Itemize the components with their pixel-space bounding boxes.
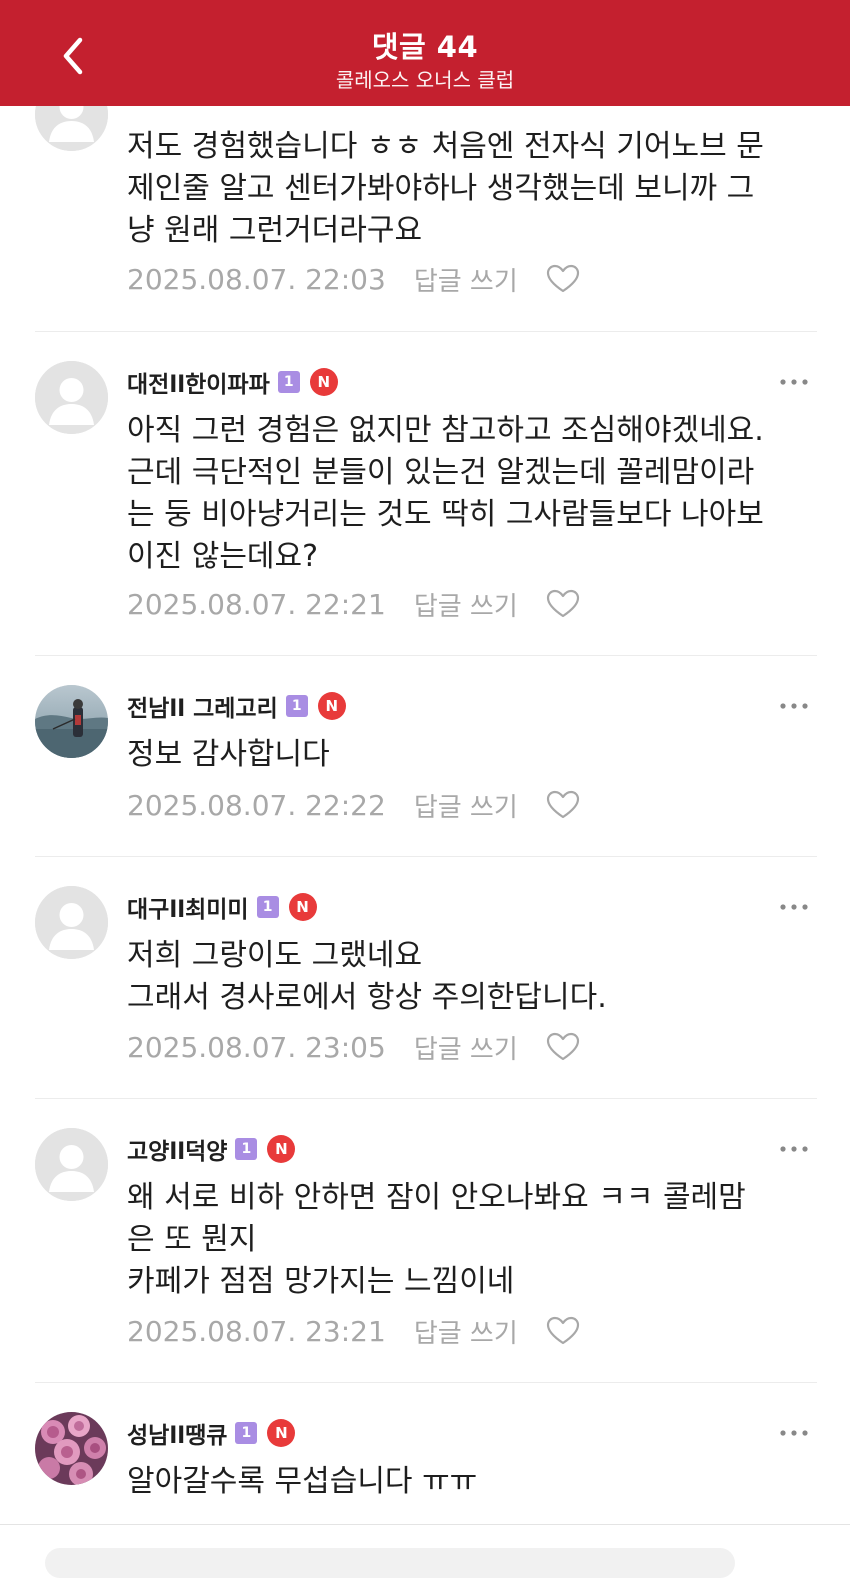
author-row: 대구ll최미미 1 N bbox=[127, 889, 317, 925]
divider bbox=[35, 856, 817, 857]
comment-input-bar[interactable] bbox=[45, 1548, 735, 1578]
level-badge: 1 bbox=[235, 1422, 258, 1444]
reply-button[interactable]: 답글 쓰기 bbox=[414, 261, 518, 298]
comment-date: 2025.08.07. 22:21 bbox=[127, 587, 386, 621]
divider bbox=[35, 1382, 817, 1383]
comment-text: 아직 그런 경험은 없지만 참고하고 조심해야겠네요. 근데 극단적인 분들이 … bbox=[127, 413, 764, 574]
reply-button[interactable]: 답글 쓰기 bbox=[414, 1313, 518, 1350]
reply-button[interactable]: 답글 쓰기 bbox=[414, 1029, 518, 1066]
new-badge: N bbox=[317, 692, 346, 720]
author-nickname[interactable]: 성남ll땡큐 bbox=[127, 1416, 227, 1450]
comment-meta: 2025.08.07. 22:22 답글 쓰기 bbox=[127, 785, 580, 825]
comment-meta: 2025.08.07. 23:05 답글 쓰기 bbox=[127, 1027, 580, 1067]
roses-photo-avatar bbox=[35, 1412, 108, 1485]
app-header: 댓글 44 콜레오스 오너스 클럽 bbox=[0, 0, 850, 106]
heart-icon[interactable] bbox=[546, 1032, 580, 1062]
reply-button[interactable]: 답글 쓰기 bbox=[414, 787, 518, 824]
level-badge: 1 bbox=[256, 896, 279, 918]
avatar[interactable] bbox=[35, 685, 108, 758]
comment-date: 2025.08.07. 23:21 bbox=[127, 1314, 386, 1348]
more-options-icon[interactable] bbox=[778, 696, 810, 716]
divider bbox=[35, 331, 817, 332]
default-avatar-icon bbox=[35, 361, 108, 434]
author-row: 성남ll땡큐 1 N bbox=[127, 1415, 296, 1451]
new-badge: N bbox=[267, 1135, 296, 1163]
avatar[interactable] bbox=[35, 1412, 108, 1485]
comment-text: 저희 그랑이도 그랬네요 그래서 경사로에서 항상 주의한답니다. bbox=[127, 938, 607, 1015]
avatar[interactable] bbox=[35, 361, 108, 434]
author-row: 전남ll 그레고리 1 N bbox=[127, 688, 346, 724]
new-badge: N bbox=[309, 368, 338, 396]
author-row: 대전ll한이파파 1 N bbox=[127, 364, 338, 400]
more-options-icon[interactable] bbox=[778, 897, 810, 917]
comment-meta: 2025.08.07. 22:21 답글 쓰기 bbox=[127, 584, 580, 624]
comment-text: 알아갈수록 무섭습니다 ㅠㅠ bbox=[127, 1464, 478, 1499]
comment-meta: 2025.08.07. 22:03 답글 쓰기 bbox=[127, 259, 580, 299]
comment-text: 왜 서로 비하 안하면 잠이 안오나봐요 ㅋㅋ 콜레맘 은 또 뭔지 카페가 점… bbox=[127, 1180, 746, 1299]
heart-icon[interactable] bbox=[546, 264, 580, 294]
level-badge: 1 bbox=[285, 695, 308, 717]
comment-date: 2025.08.07. 22:03 bbox=[127, 262, 386, 296]
default-avatar-icon bbox=[35, 1128, 108, 1201]
cafe-name: 콜레오스 오너스 클럽 bbox=[335, 68, 515, 92]
more-options-icon[interactable] bbox=[778, 1423, 810, 1443]
comment-meta: 2025.08.07. 23:21 답글 쓰기 bbox=[127, 1311, 580, 1351]
comment-text: 정보 감사합니다 bbox=[127, 737, 330, 772]
default-avatar-icon bbox=[35, 886, 108, 959]
author-row: 고양ll덕양 1 N bbox=[127, 1131, 296, 1167]
avatar[interactable] bbox=[35, 886, 108, 959]
divider bbox=[35, 655, 817, 656]
author-nickname[interactable]: 대전ll한이파파 bbox=[127, 365, 270, 399]
level-badge: 1 bbox=[277, 371, 300, 393]
author-nickname[interactable]: 대구ll최미미 bbox=[127, 890, 249, 924]
divider bbox=[35, 1098, 817, 1099]
level-badge: 1 bbox=[235, 1138, 258, 1160]
author-nickname[interactable]: 고양ll덕양 bbox=[127, 1132, 227, 1166]
avatar[interactable] bbox=[35, 1128, 108, 1201]
author-nickname[interactable]: 전남ll 그레고리 bbox=[127, 689, 278, 723]
comment-text: 저도 경험했습니다 ㅎㅎ 처음엔 전자식 기어노브 문 제인줄 알고 센터가봐야… bbox=[127, 129, 764, 248]
page-title: 댓글 44 bbox=[371, 30, 479, 64]
heart-icon[interactable] bbox=[546, 790, 580, 820]
more-options-icon[interactable] bbox=[778, 1139, 810, 1159]
new-badge: N bbox=[267, 1419, 296, 1447]
new-badge: N bbox=[288, 893, 317, 921]
bottom-divider bbox=[0, 1524, 850, 1525]
reply-button[interactable]: 답글 쓰기 bbox=[414, 586, 518, 623]
comment-date: 2025.08.07. 23:05 bbox=[127, 1030, 386, 1064]
comment-list: 저도 경험했습니다 ㅎㅎ 처음엔 전자식 기어노브 문 제인줄 알고 센터가봐야… bbox=[0, 0, 850, 1578]
fishing-photo-avatar bbox=[35, 685, 108, 758]
comment-date: 2025.08.07. 22:22 bbox=[127, 788, 386, 822]
heart-icon[interactable] bbox=[546, 589, 580, 619]
heart-icon[interactable] bbox=[546, 1316, 580, 1346]
more-options-icon[interactable] bbox=[778, 372, 810, 392]
